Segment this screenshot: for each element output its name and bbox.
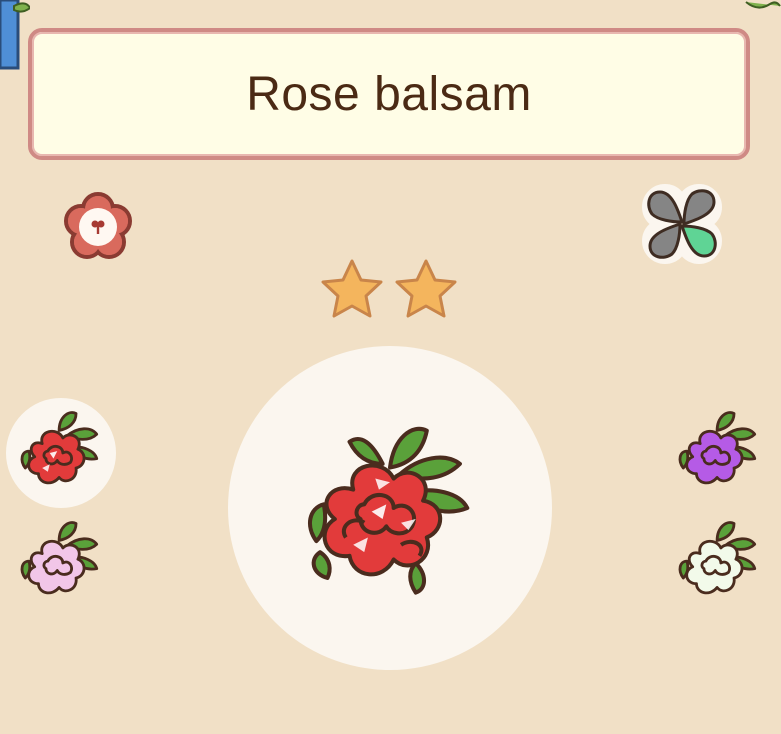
flower-name-title: Rose balsam xyxy=(246,67,532,121)
variant-red-icon[interactable] xyxy=(14,406,108,500)
title-card: Rose balsam xyxy=(28,28,750,160)
star-icon xyxy=(395,259,457,318)
star-icon xyxy=(321,259,383,318)
rating-stars xyxy=(318,256,464,324)
variant-white-icon[interactable] xyxy=(672,516,766,610)
corner-decoration-right xyxy=(744,0,781,12)
clover-icon[interactable] xyxy=(636,178,728,270)
variant-pink-icon[interactable] xyxy=(14,516,108,610)
main-flower-icon xyxy=(298,416,482,600)
flower-badge-icon[interactable] xyxy=(60,191,136,263)
variant-purple-icon[interactable] xyxy=(672,406,766,500)
corner-decoration-left xyxy=(0,0,30,70)
